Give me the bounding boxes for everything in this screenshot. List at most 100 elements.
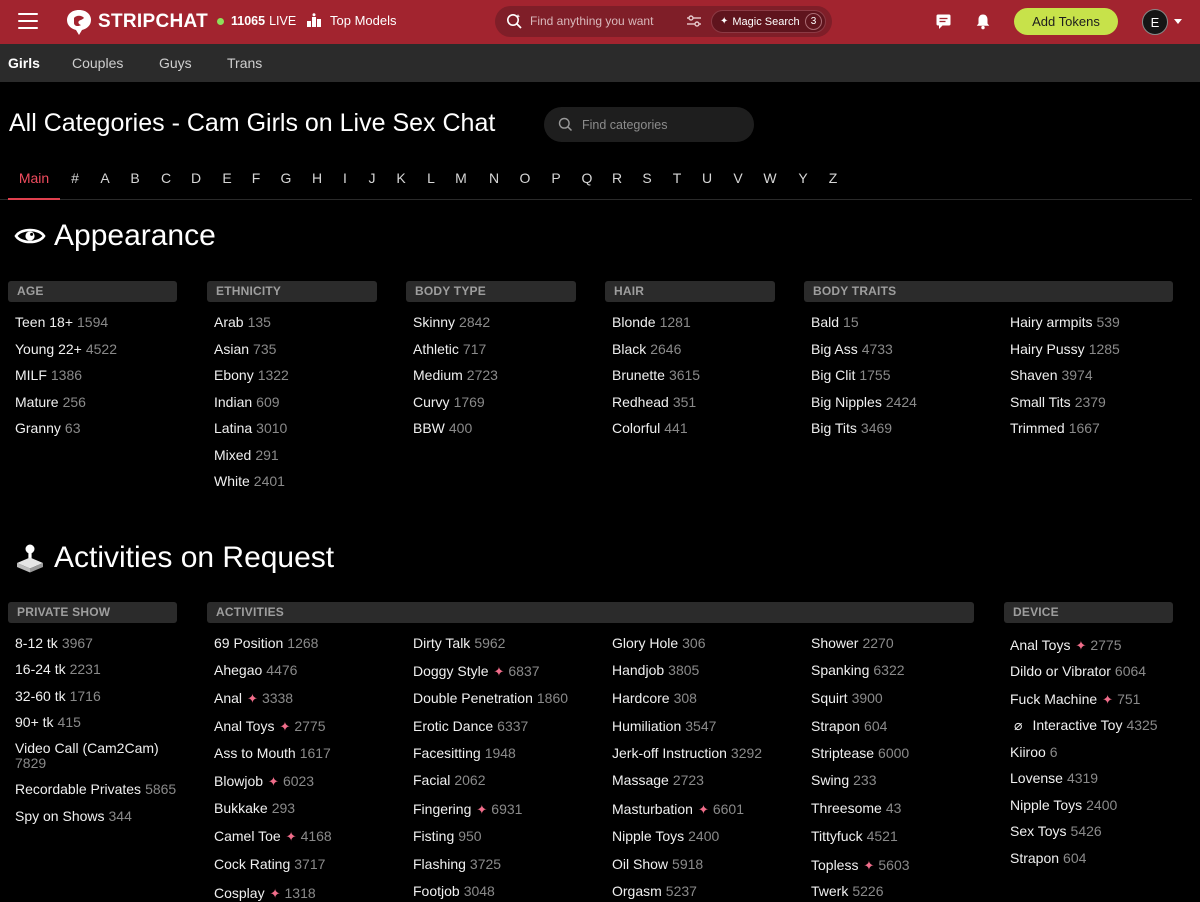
tab-trans[interactable]: Trans [227,55,262,71]
category-private-show-video-call-cam2cam[interactable]: Video Call (Cam2Cam) 7829 [15,741,185,771]
top-models-link[interactable]: Top Models [306,13,396,28]
category-activity-squirt[interactable]: Squirt 3900 [811,690,883,706]
category-activity-camel-toe[interactable]: Camel Toe ✦ 4168 [214,828,332,845]
category-age-granny[interactable]: Granny 63 [15,420,81,436]
category-activity-anal[interactable]: Anal ✦ 3338 [214,690,293,707]
letter-z[interactable]: Z [829,170,838,186]
category-body-type-athletic[interactable]: Athletic 717 [413,341,486,357]
category-activity-shower[interactable]: Shower 2270 [811,635,894,651]
category-ethnicity-arab[interactable]: Arab 135 [214,314,271,330]
filter-icon[interactable] [686,14,702,28]
category-private-show-32-60-tk[interactable]: 32-60 tk 1716 [15,688,101,704]
category-age-teen-18[interactable]: Teen 18+ 1594 [15,314,108,330]
category-activity-double-penetration[interactable]: Double Penetration 1860 [413,690,568,706]
letter-g[interactable]: G [281,170,292,186]
category-age-young-22[interactable]: Young 22+ 4522 [15,341,117,357]
category-private-show-spy-on-shows[interactable]: Spy on Shows 344 [15,808,132,824]
messages-icon[interactable] [935,13,952,30]
category-activity-masturbation[interactable]: Masturbation ✦ 6601 [612,801,744,818]
category-hair-blonde[interactable]: Blonde 1281 [612,314,691,330]
category-device-nipple-toys[interactable]: Nipple Toys 2400 [1010,797,1117,813]
category-activity-doggy-style[interactable]: Doggy Style ✦ 6837 [413,663,540,680]
category-body-trait-shaven[interactable]: Shaven 3974 [1010,367,1093,383]
category-activity-oil-show[interactable]: Oil Show 5918 [612,856,703,872]
category-activity-nipple-toys[interactable]: Nipple Toys 2400 [612,828,719,844]
letter-q[interactable]: Q [582,170,593,186]
letter-hash[interactable]: # [71,170,79,186]
letter-h[interactable]: H [312,170,322,186]
tab-girls[interactable]: Girls [8,55,40,71]
letter-u[interactable]: U [702,170,712,186]
category-body-trait-bald[interactable]: Bald 15 [811,314,859,330]
category-hair-redhead[interactable]: Redhead 351 [612,394,696,410]
letter-s[interactable]: S [642,170,651,186]
letter-b[interactable]: B [130,170,139,186]
letter-t[interactable]: T [673,170,682,186]
search-placeholder[interactable]: Find anything you want [530,14,653,28]
category-private-show-90-tk[interactable]: 90+ tk 415 [15,714,81,730]
category-activity-striptease[interactable]: Striptease 6000 [811,745,909,761]
category-body-trait-small-tits[interactable]: Small Tits 2379 [1010,394,1106,410]
category-activity-ahegao[interactable]: Ahegao 4476 [214,662,297,678]
category-device-interactive-toy[interactable]: ⌀ Interactive Toy 4325 [1010,717,1158,734]
letter-y[interactable]: Y [798,170,807,186]
category-body-trait-big-clit[interactable]: Big Clit 1755 [811,367,891,383]
category-body-trait-big-ass[interactable]: Big Ass 4733 [811,341,893,357]
category-activity-swing[interactable]: Swing 233 [811,772,877,788]
letter-i[interactable]: I [343,170,347,186]
category-activity-flashing[interactable]: Flashing 3725 [413,856,501,872]
category-device-kiiroo[interactable]: Kiiroo 6 [1010,744,1058,760]
category-device-strapon[interactable]: Strapon 604 [1010,850,1086,866]
category-device-anal-toys[interactable]: Anal Toys ✦ 2775 [1010,637,1122,654]
category-ethnicity-latina[interactable]: Latina 3010 [214,420,287,436]
letter-a[interactable]: A [100,170,109,186]
category-activity-fisting[interactable]: Fisting 950 [413,828,482,844]
letter-m[interactable]: M [455,170,467,186]
category-body-trait-trimmed[interactable]: Trimmed 1667 [1010,420,1100,436]
category-hair-brunette[interactable]: Brunette 3615 [612,367,700,383]
global-search[interactable]: Find anything you want ✦ Magic Search 3 [495,6,832,37]
notifications-icon[interactable] [975,13,991,30]
category-body-trait-hairy-pussy[interactable]: Hairy Pussy 1285 [1010,341,1120,357]
category-activity-hardcore[interactable]: Hardcore 308 [612,690,697,706]
category-activity-orgasm[interactable]: Orgasm 5237 [612,883,697,899]
category-activity-threesome[interactable]: Threesome 43 [811,800,901,816]
letter-main[interactable]: Main [19,170,49,186]
letter-f[interactable]: F [252,170,261,186]
letter-r[interactable]: R [612,170,622,186]
logo[interactable]: STRIPCHAT [64,7,208,37]
category-age-mature[interactable]: Mature 256 [15,394,86,410]
letter-l[interactable]: L [427,170,435,186]
category-device-fuck-machine[interactable]: Fuck Machine ✦ 751 [1010,691,1140,708]
chevron-down-icon[interactable] [1174,19,1182,24]
category-activity-69-position[interactable]: 69 Position 1268 [214,635,318,651]
category-search-input[interactable]: Find categories [544,107,754,142]
category-private-show-recordable-privates[interactable]: Recordable Privates 5865 [15,781,176,797]
category-activity-ass-to-mouth[interactable]: Ass to Mouth 1617 [214,745,331,761]
category-activity-blowjob[interactable]: Blowjob ✦ 6023 [214,773,314,790]
category-activity-anal-toys[interactable]: Anal Toys ✦ 2775 [214,718,326,735]
live-indicator[interactable]: 11065 LIVE [217,14,296,28]
tab-guys[interactable]: Guys [159,55,192,71]
category-hair-black[interactable]: Black 2646 [612,341,681,357]
letter-c[interactable]: C [161,170,171,186]
letter-j[interactable]: J [369,170,376,186]
category-activity-erotic-dance[interactable]: Erotic Dance 6337 [413,718,528,734]
category-ethnicity-indian[interactable]: Indian 609 [214,394,280,410]
category-activity-facesitting[interactable]: Facesitting 1948 [413,745,516,761]
category-body-type-medium[interactable]: Medium 2723 [413,367,498,383]
category-body-type-skinny[interactable]: Skinny 2842 [413,314,490,330]
category-activity-cosplay[interactable]: Cosplay ✦ 1318 [214,885,316,902]
category-activity-humiliation[interactable]: Humiliation 3547 [612,718,716,734]
category-activity-topless[interactable]: Topless ✦ 5603 [811,857,910,874]
avatar[interactable]: E [1142,9,1168,35]
category-activity-tittyfuck[interactable]: Tittyfuck 4521 [811,828,898,844]
category-device-dildo-or-vibrator[interactable]: Dildo or Vibrator 6064 [1010,663,1146,679]
letter-e[interactable]: E [222,170,231,186]
category-body-trait-big-nipples[interactable]: Big Nipples 2424 [811,394,917,410]
letter-v[interactable]: V [733,170,742,186]
category-activity-bukkake[interactable]: Bukkake 293 [214,800,295,816]
letter-n[interactable]: N [489,170,499,186]
category-ethnicity-ebony[interactable]: Ebony 1322 [214,367,289,383]
category-private-show-16-24-tk[interactable]: 16-24 tk 2231 [15,661,101,677]
